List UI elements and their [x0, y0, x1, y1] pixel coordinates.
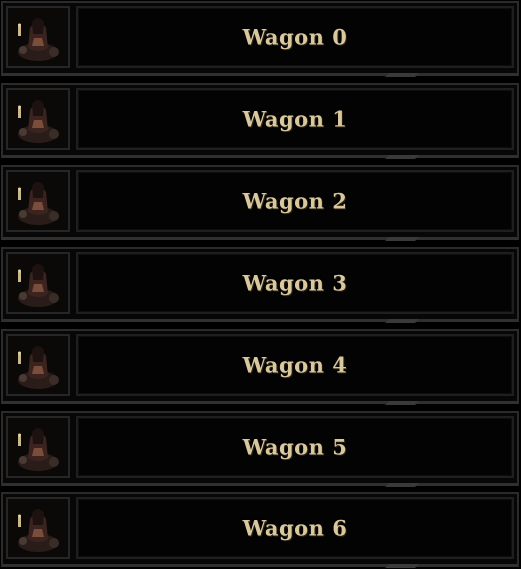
wagon-label: Wagon 1	[242, 106, 348, 132]
wagon-label: Wagon 4	[242, 352, 348, 378]
wagon-row-5[interactable]: Wagon 5	[0, 410, 521, 488]
wagon-row-2[interactable]: Wagon 2	[0, 164, 521, 242]
hero-portrait-icon	[6, 170, 70, 232]
wagon-label: Wagon 2	[242, 188, 348, 214]
wagon-label-box[interactable]: Wagon 1	[76, 88, 514, 150]
wagon-row-3[interactable]: Wagon 3	[0, 246, 521, 324]
wagon-label-box[interactable]: Wagon 3	[76, 252, 514, 314]
hero-portrait-icon	[6, 416, 70, 478]
wagon-list: Wagon 0 Wagon 1 Wagon 2 Wagon 3 Wagon 4 …	[0, 0, 521, 569]
wagon-label-box[interactable]: Wagon 5	[76, 416, 514, 478]
wagon-label: Wagon 3	[242, 270, 348, 296]
wagon-label: Wagon 0	[242, 24, 348, 50]
wagon-label: Wagon 5	[242, 434, 348, 460]
wagon-label: Wagon 6	[242, 515, 348, 541]
wagon-label-box[interactable]: Wagon 6	[76, 497, 514, 559]
hero-portrait-icon	[6, 6, 70, 68]
wagon-row-6[interactable]: Wagon 6	[0, 491, 521, 569]
hero-portrait-icon	[6, 497, 70, 559]
hero-portrait-icon	[6, 88, 70, 150]
wagon-label-box[interactable]: Wagon 4	[76, 334, 514, 396]
wagon-label-box[interactable]: Wagon 2	[76, 170, 514, 232]
hero-portrait-icon	[6, 252, 70, 314]
hero-portrait-icon	[6, 334, 70, 396]
wagon-row-4[interactable]: Wagon 4	[0, 328, 521, 406]
wagon-label-box[interactable]: Wagon 0	[76, 6, 514, 68]
wagon-row-0[interactable]: Wagon 0	[0, 0, 521, 78]
wagon-row-1[interactable]: Wagon 1	[0, 82, 521, 160]
